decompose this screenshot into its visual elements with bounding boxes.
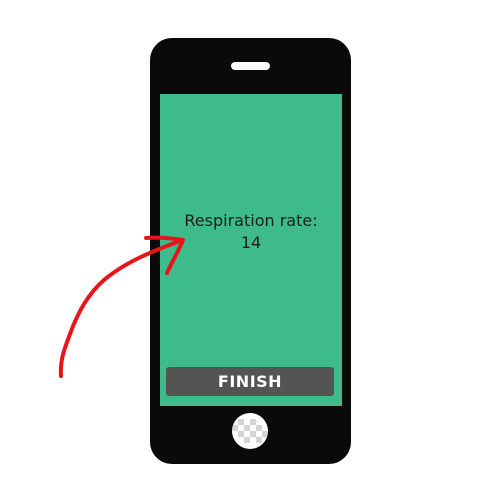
- respiration-label: Respiration rate:: [184, 211, 318, 230]
- speaker-slot: [231, 62, 270, 70]
- phone-device: Respiration rate: 14 FINISH: [150, 38, 351, 464]
- home-button-icon: [232, 413, 268, 449]
- respiration-reading: Respiration rate: 14: [160, 210, 342, 254]
- phone-screen: Respiration rate: 14 FINISH: [160, 94, 342, 406]
- finish-button[interactable]: FINISH: [166, 367, 334, 396]
- respiration-value: 14: [240, 233, 262, 252]
- home-button[interactable]: [232, 413, 268, 449]
- stage: Respiration rate: 14 FINISH: [0, 0, 500, 500]
